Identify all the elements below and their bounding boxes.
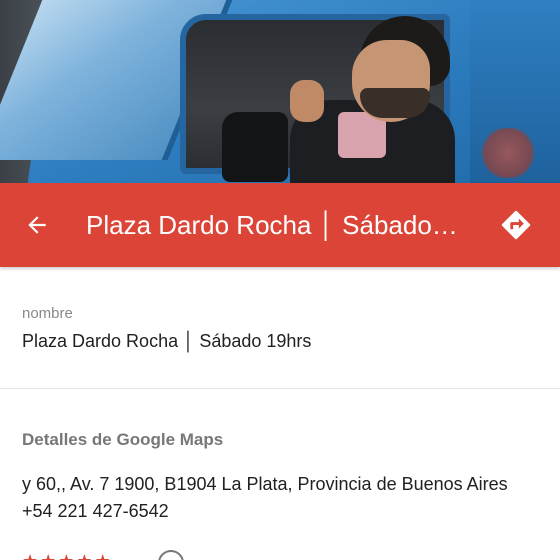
star-icon: ★ [22, 552, 38, 560]
star-icon: ★ [95, 552, 111, 560]
rust-spot [478, 128, 538, 178]
star-icon: ★ [58, 552, 74, 560]
star-icon: ★ [40, 552, 56, 560]
name-section: nombre Plaza Dardo Rocha │ Sábado 19hrs [0, 267, 560, 389]
maps-details-section: Detalles de Google Maps y 60,, Av. 7 190… [0, 390, 560, 560]
name-label: nombre [22, 305, 73, 322]
info-icon[interactable] [158, 550, 184, 560]
phone-number[interactable]: +54 221 427-6542 [22, 501, 169, 522]
side-mirror [222, 112, 288, 182]
back-button[interactable] [0, 183, 74, 267]
directions-button[interactable] [498, 207, 534, 243]
maps-details-heading: Detalles de Google Maps [22, 430, 224, 449]
driver-hand [290, 80, 324, 122]
name-value: Plaza Dardo Rocha │ Sábado 19hrs [22, 331, 312, 351]
directions-icon [501, 210, 531, 240]
driver-beard [360, 88, 430, 118]
address-text[interactable]: y 60,, Av. 7 1900, B1904 La Plata, Provi… [22, 474, 508, 495]
page-title: Plaza Dardo Rocha │ Sábado 19hrs [86, 209, 458, 240]
arrow-left-icon [28, 216, 46, 234]
hero-photo [0, 0, 560, 183]
rating-stars: ★ ★ ★ ★ ★ [22, 552, 111, 560]
star-icon: ★ [76, 552, 92, 560]
app-bar: Plaza Dardo Rocha │ Sábado 19hrs [0, 183, 560, 267]
